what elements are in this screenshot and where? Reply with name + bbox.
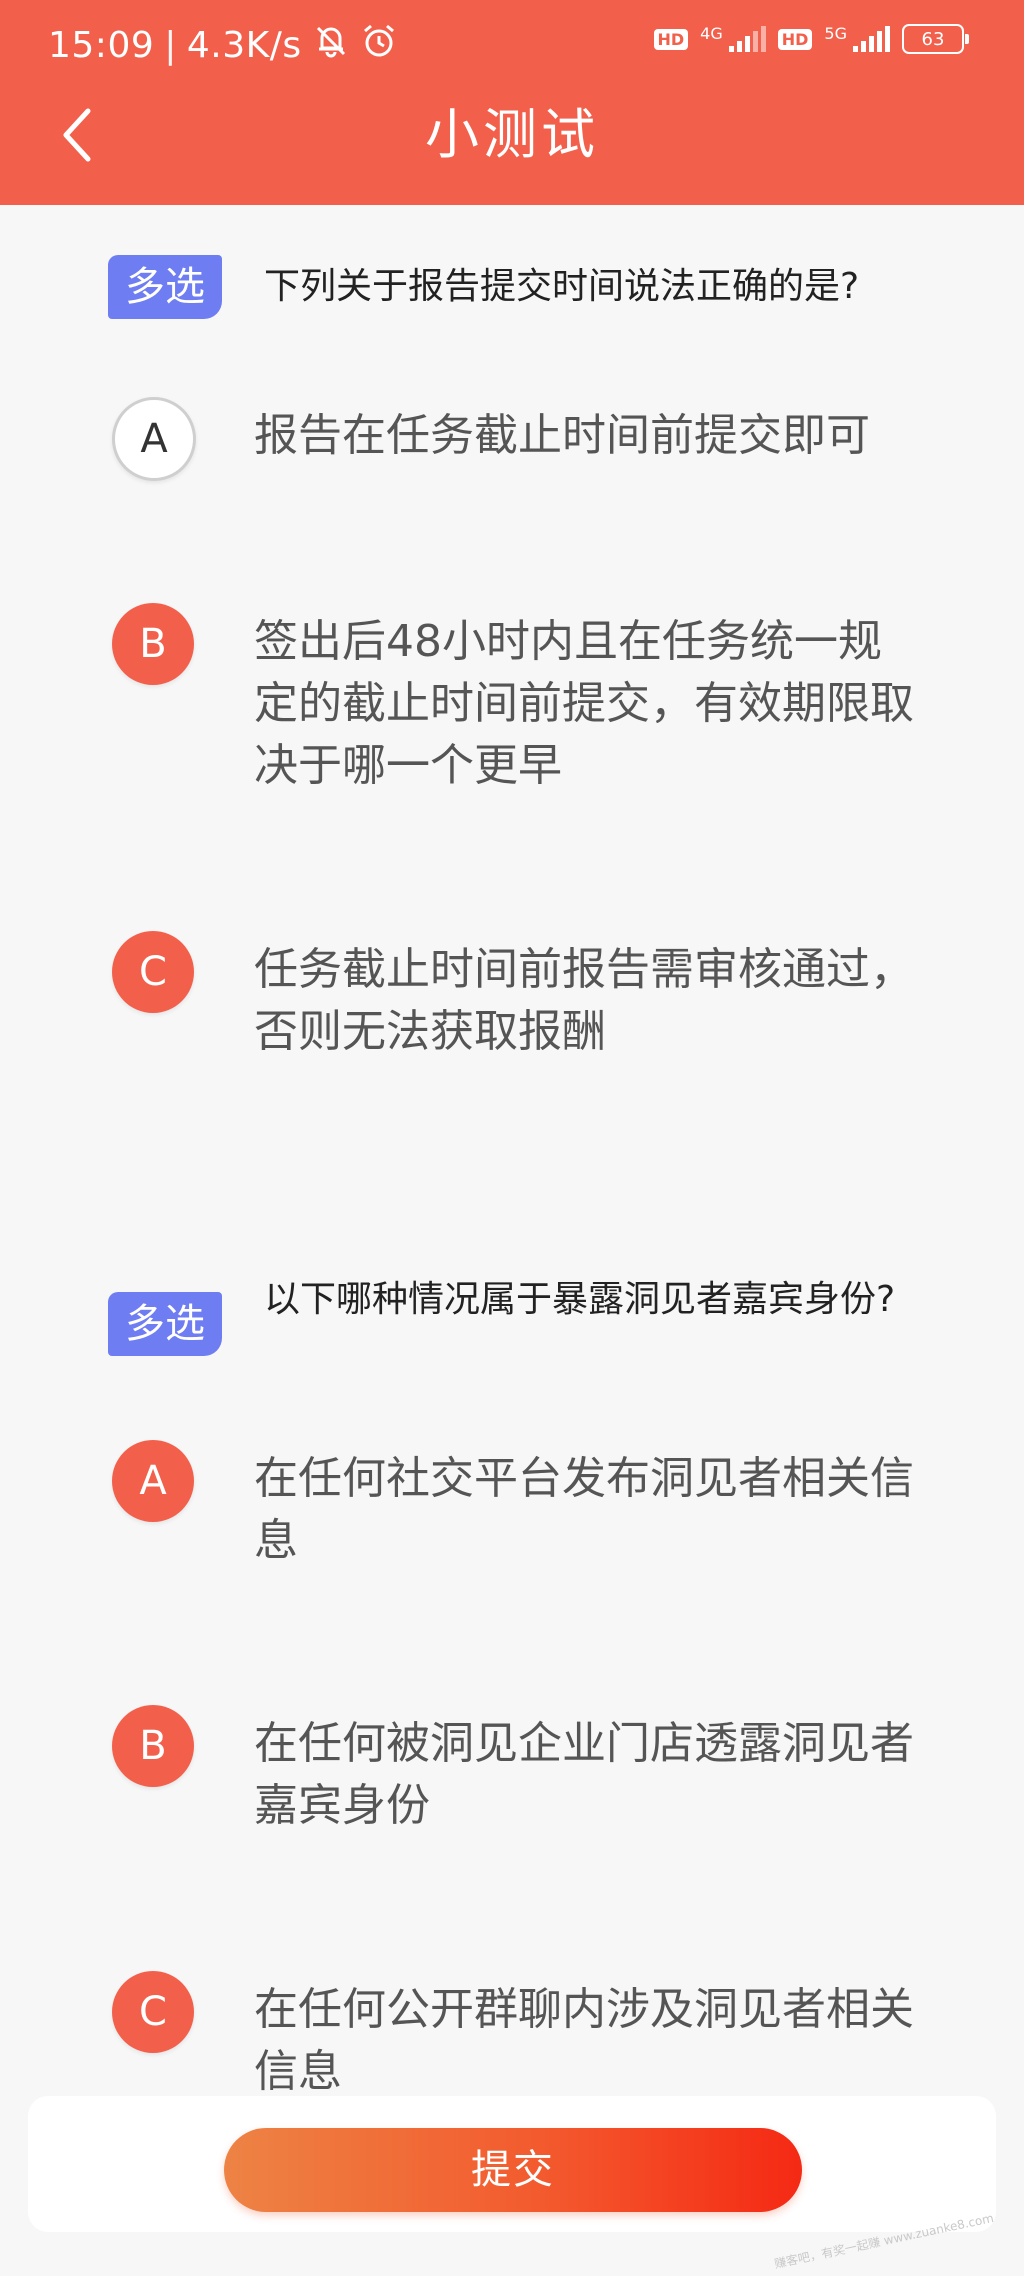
app-header: 15:09 | 4.3K/s HD 4G HD 5G 63 小测试	[0, 0, 1024, 205]
signal-icon-2	[853, 26, 890, 52]
option-text: 在任何被洞见企业门店透露洞见者嘉宾身份	[254, 1718, 914, 1831]
question-text: 以下哪种情况属于暴露洞见者嘉宾身份?	[264, 1279, 896, 1320]
hd-badge-1: HD	[653, 28, 689, 50]
battery-level: 63	[921, 28, 945, 50]
signal-icon-1	[728, 26, 766, 52]
submit-button[interactable]: 提交	[224, 2128, 802, 2212]
bottom-submit-panel: 提交	[28, 2096, 996, 2232]
status-time: 15:09	[48, 25, 155, 66]
page-title: 小测试	[425, 103, 599, 166]
option-letter-badge: C	[112, 1971, 194, 2053]
option-letter-badge: A	[112, 1440, 194, 1522]
battery-icon: 63	[902, 24, 969, 54]
option-letter-badge: B	[112, 603, 194, 685]
status-right: HD 4G HD 5G 63	[653, 24, 969, 54]
option-letter-badge: B	[112, 1705, 194, 1787]
option-text: 在任何社交平台发布洞见者相关信息	[254, 1453, 914, 1566]
question-text: 下列关于报告提交时间说法正确的是?	[264, 266, 860, 307]
question-type-tag: 多选	[108, 255, 222, 319]
mute-icon	[312, 22, 350, 69]
option-letter-badge: C	[112, 931, 194, 1013]
status-bar: 15:09 | 4.3K/s HD 4G HD 5G 63	[0, 0, 1024, 90]
option-text: 在任何公开群聊内涉及洞见者相关信息	[254, 1984, 914, 2097]
status-left: 15:09 | 4.3K/s	[48, 22, 398, 69]
network-label-1: 4G	[700, 24, 723, 43]
hd-badge-2: HD	[777, 28, 813, 50]
question-type-tag: 多选	[108, 1292, 222, 1356]
option-letter-badge: A	[112, 397, 196, 481]
alarm-icon	[360, 22, 398, 69]
status-separator: |	[164, 25, 177, 66]
option-text: 报告在任务截止时间前提交即可	[254, 410, 870, 461]
network-label-2: 5G	[824, 24, 847, 43]
status-net-speed: 4.3K/s	[186, 25, 302, 66]
option-text: 签出后48小时内且在任务统一规定的截止时间前提交，有效期限取决于哪一个更早	[254, 616, 914, 791]
option-text: 任务截止时间前报告需审核通过，否则无法获取报酬	[254, 944, 914, 1057]
